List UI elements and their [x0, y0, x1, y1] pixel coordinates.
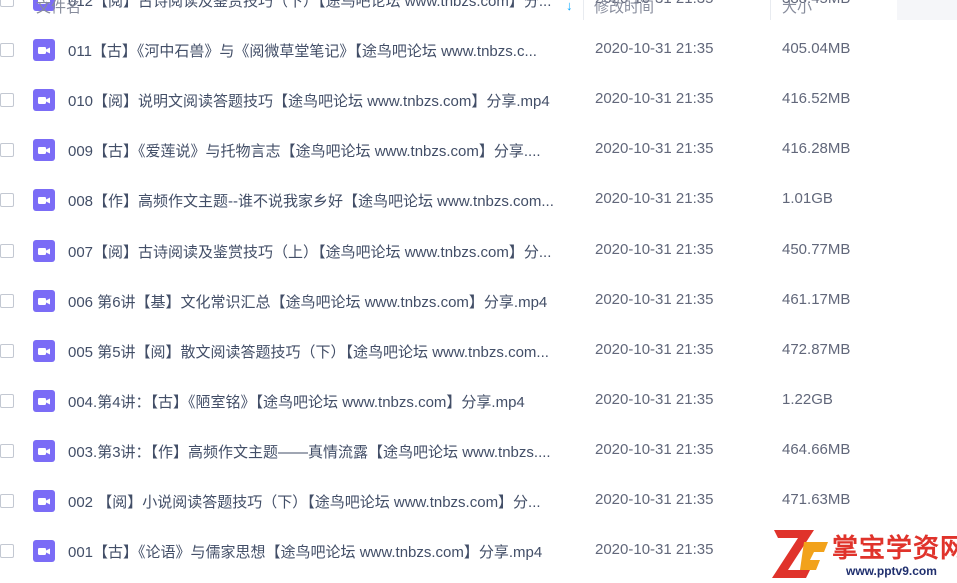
file-name[interactable]: 006 第6讲【基】文化常识汇总【途鸟吧论坛 www.tnbzs.com】分享.… — [68, 291, 573, 312]
video-file-icon — [33, 490, 55, 512]
video-file-icon — [33, 139, 55, 162]
column-header-size[interactable]: 大小 — [782, 0, 812, 17]
file-modified-time: 2020-10-31 21:35 — [595, 541, 714, 559]
file-name[interactable]: 011【古】《河中石兽》与《阅微草堂笔记》【途鸟吧论坛 www.tnbzs.c.… — [68, 40, 573, 61]
file-row[interactable]: 002 【阅】小说阅读答题技巧（下）【途鸟吧论坛 www.tnbzs.com】分… — [0, 478, 957, 528]
file-modified-time: 2020-10-31 21:35 — [595, 40, 714, 58]
watermark-z-icon — [772, 530, 828, 578]
file-row[interactable]: 011【古】《河中石兽》与《阅微草堂笔记》【途鸟吧论坛 www.tnbzs.c.… — [0, 27, 957, 77]
column-divider[interactable] — [583, 0, 584, 20]
row-checkbox[interactable] — [0, 93, 14, 108]
file-size: 416.28MB — [782, 140, 851, 158]
watermark-title: 掌宝学资网 — [832, 534, 957, 564]
file-row[interactable]: 006 第6讲【基】文化常识汇总【途鸟吧论坛 www.tnbzs.com】分享.… — [0, 278, 957, 328]
file-size: 450.77MB — [782, 240, 851, 258]
video-file-icon — [33, 389, 55, 412]
file-size: 471.63MB — [782, 491, 851, 508]
column-header-time[interactable]: 修改时间 — [594, 0, 654, 17]
file-name[interactable]: 010【阅】说明文阅读答题技巧【途鸟吧论坛 www.tnbzs.com】分享.m… — [68, 90, 573, 111]
video-file-icon — [33, 39, 55, 62]
file-size: 464.66MB — [782, 440, 851, 458]
file-row[interactable]: 007【阅】古诗阅读及鉴赏技巧（上）【途鸟吧论坛 www.tnbzs.com】分… — [0, 228, 957, 278]
file-list-window: 012【阅】古诗阅读及鉴赏技巧（下）【途鸟吧论坛 www.tnbzs.com】分… — [0, 0, 957, 583]
header-extra-cell — [897, 0, 957, 20]
video-file-icon — [33, 439, 55, 462]
file-name[interactable]: 005 第5讲【阅】散文阅读答题技巧（下）【途鸟吧论坛 www.tnbzs.co… — [68, 341, 573, 362]
row-checkbox[interactable] — [0, 544, 14, 559]
video-file-icon — [33, 339, 55, 362]
video-file-icon — [33, 189, 55, 212]
column-divider[interactable] — [770, 0, 771, 20]
file-size: 416.52MB — [782, 90, 851, 108]
row-checkbox[interactable] — [0, 243, 14, 258]
file-modified-time: 2020-10-31 21:35 — [595, 90, 714, 108]
column-header-name[interactable]: 文件名 — [36, 0, 81, 17]
file-size: 1.22GB — [782, 390, 833, 408]
row-checkbox[interactable] — [0, 143, 14, 158]
row-checkbox[interactable] — [0, 193, 14, 208]
watermark-logo: 掌宝学资网 www.pptv9.com — [770, 524, 957, 583]
file-modified-time: 2020-10-31 21:35 — [595, 290, 714, 308]
file-row[interactable]: 010【阅】说明文阅读答题技巧【途鸟吧论坛 www.tnbzs.com】分享.m… — [0, 77, 957, 127]
row-checkbox[interactable] — [0, 443, 14, 458]
video-file-icon — [33, 239, 55, 262]
file-size: 1.01GB — [782, 190, 833, 208]
file-row[interactable]: 009【古】《爱莲说》与托物言志【途鸟吧论坛 www.tnbzs.com】分享.… — [0, 127, 957, 177]
file-modified-time: 2020-10-31 21:35 — [595, 140, 714, 158]
row-checkbox[interactable] — [0, 293, 14, 308]
file-name[interactable]: 008【作】高频作文主题--谁不说我家乡好【途鸟吧论坛 www.tnbzs.co… — [68, 190, 573, 211]
file-modified-time: 2020-10-31 21:35 — [595, 240, 714, 258]
file-row[interactable]: 008【作】高频作文主题--谁不说我家乡好【途鸟吧论坛 www.tnbzs.co… — [0, 177, 957, 227]
row-checkbox[interactable] — [0, 393, 14, 408]
file-name[interactable]: 003.第3讲：【作】高频作文主题——真情流露【途鸟吧论坛 www.tnbzs.… — [68, 441, 573, 462]
file-modified-time: 2020-10-31 21:35 — [595, 340, 714, 358]
file-modified-time: 2020-10-31 21:35 — [595, 190, 714, 208]
file-modified-time: 2020-10-31 21:35 — [595, 390, 714, 408]
file-name[interactable]: 007【阅】古诗阅读及鉴赏技巧（上）【途鸟吧论坛 www.tnbzs.com】分… — [68, 241, 573, 262]
file-size: 405.04MB — [782, 40, 851, 58]
file-size: 461.17MB — [782, 290, 851, 308]
video-file-icon — [33, 289, 55, 312]
file-size: 472.87MB — [782, 340, 851, 358]
file-modified-time: 2020-10-31 21:35 — [595, 440, 714, 458]
sort-arrow-down-icon[interactable]: ↓ — [566, 0, 573, 13]
row-checkbox[interactable] — [0, 494, 14, 508]
video-file-icon — [33, 540, 55, 563]
file-modified-time: 2020-10-31 21:35 — [595, 491, 714, 508]
file-list-header: 文件名 ↓ 修改时间 大小 — [0, 0, 957, 20]
file-name[interactable]: 001【古】《论语》与儒家思想【途鸟吧论坛 www.tnbzs.com】分享.m… — [68, 541, 573, 562]
file-row[interactable]: 004.第4讲：【古】《陋室铭》【途鸟吧论坛 www.tnbzs.com】分享.… — [0, 378, 957, 428]
file-name[interactable]: 004.第4讲：【古】《陋室铭》【途鸟吧论坛 www.tnbzs.com】分享.… — [68, 391, 573, 412]
row-checkbox[interactable] — [0, 43, 14, 58]
watermark-url: www.pptv9.com — [846, 564, 937, 578]
file-name[interactable]: 009【古】《爱莲说》与托物言志【途鸟吧论坛 www.tnbzs.com】分享.… — [68, 140, 573, 161]
row-checkbox[interactable] — [0, 343, 14, 358]
file-name[interactable]: 002 【阅】小说阅读答题技巧（下）【途鸟吧论坛 www.tnbzs.com】分… — [68, 491, 573, 512]
file-row[interactable]: 003.第3讲：【作】高频作文主题——真情流露【途鸟吧论坛 www.tnbzs.… — [0, 428, 957, 478]
video-file-icon — [33, 89, 55, 112]
file-row[interactable]: 005 第5讲【阅】散文阅读答题技巧（下）【途鸟吧论坛 www.tnbzs.co… — [0, 328, 957, 378]
